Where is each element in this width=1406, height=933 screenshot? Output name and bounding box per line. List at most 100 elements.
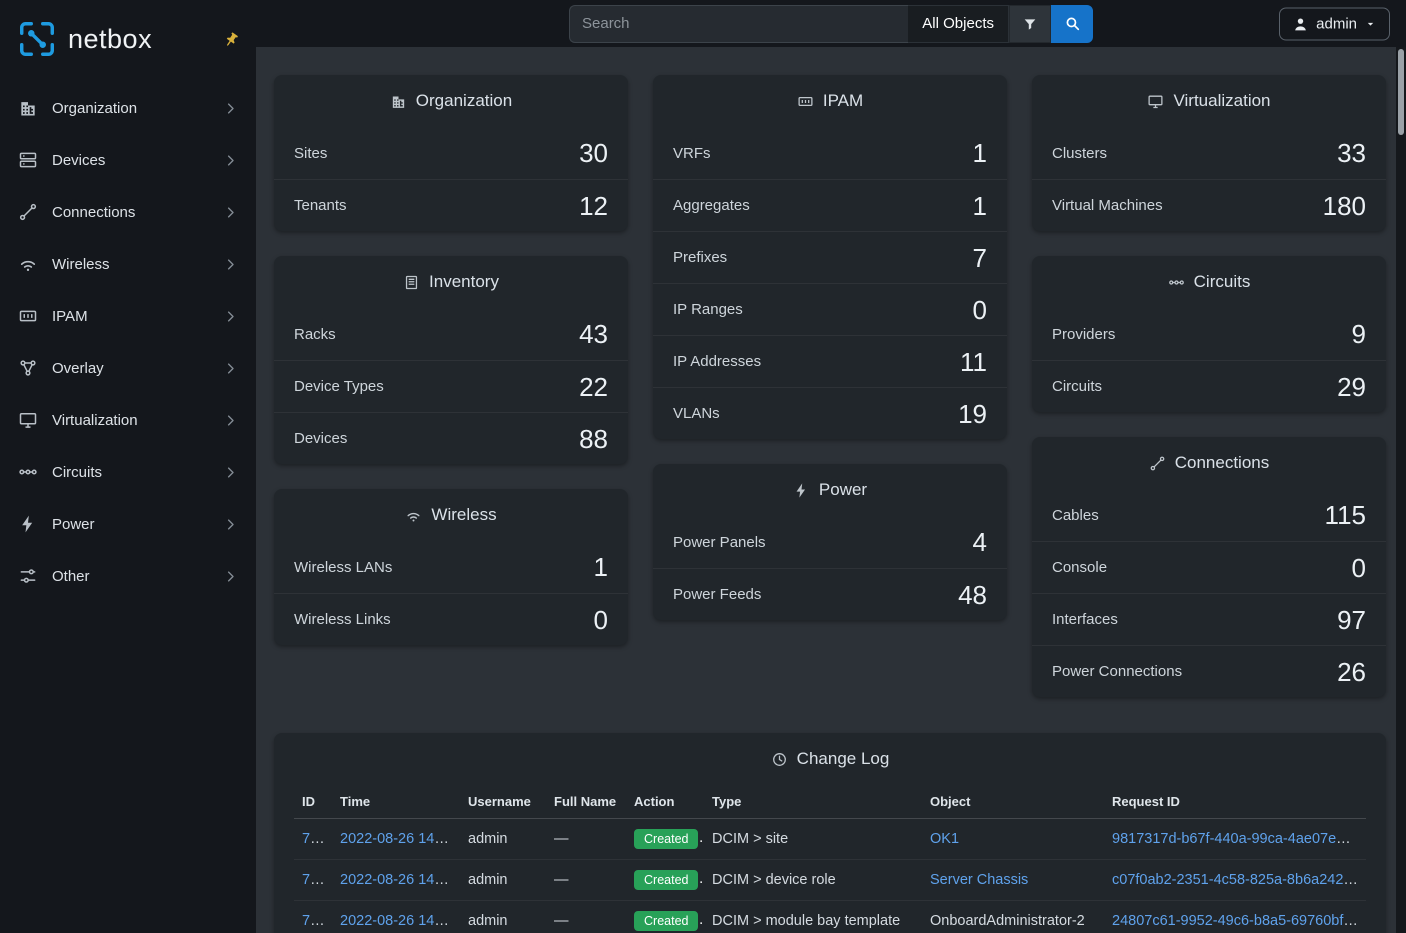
stat-value: 30 bbox=[579, 140, 608, 166]
sidebar-item-wireless[interactable]: Wireless bbox=[0, 238, 256, 290]
stat-tenants[interactable]: Tenants12 bbox=[274, 179, 628, 231]
changelog-tbody: 7552022-08-26 14:22admin—CreatedDCIM > s… bbox=[294, 819, 1366, 933]
search-input[interactable] bbox=[569, 5, 908, 43]
filter-button[interactable] bbox=[1009, 5, 1051, 43]
card-title-virtualization: Virtualization bbox=[1032, 75, 1386, 127]
sidebar-item-overlay[interactable]: Overlay bbox=[0, 342, 256, 394]
stat-vlans[interactable]: VLANs19 bbox=[653, 387, 1007, 439]
card-title-circuits: Circuits bbox=[1032, 256, 1386, 308]
stat-label: Clusters bbox=[1052, 145, 1107, 162]
change-request-id-link[interactable]: 24807c61-9952-49c6-b8a5-69760bfcc4b3 bbox=[1112, 913, 1366, 929]
stat-value: 115 bbox=[1325, 502, 1366, 528]
stat-circuits[interactable]: Circuits29 bbox=[1032, 360, 1386, 412]
stat-providers[interactable]: Providers9 bbox=[1032, 308, 1386, 360]
stat-value: 1 bbox=[594, 554, 608, 580]
netbox-logo[interactable]: netbox bbox=[16, 18, 152, 60]
object-type-button[interactable]: All Objects bbox=[908, 5, 1009, 43]
sidebar-item-ipam[interactable]: IPAM bbox=[0, 290, 256, 342]
change-id-link[interactable]: 753 bbox=[302, 913, 326, 929]
chevron-right-icon bbox=[223, 517, 238, 532]
change-time-link[interactable]: 2022-08-26 14:15 bbox=[340, 913, 455, 929]
sidebar-item-label: Circuits bbox=[52, 464, 102, 481]
card-title-connections: Connections bbox=[1032, 437, 1386, 489]
sidebar-item-organization[interactable]: Organization bbox=[0, 82, 256, 134]
sidebar: netbox OrganizationDevicesConnectionsWir… bbox=[0, 0, 256, 933]
stat-console[interactable]: Console0 bbox=[1032, 541, 1386, 593]
stat-ip-ranges[interactable]: IP Ranges0 bbox=[653, 283, 1007, 335]
change-object-link[interactable]: OK1 bbox=[930, 831, 959, 847]
change-id-link[interactable]: 754 bbox=[302, 872, 326, 888]
change-full-name: — bbox=[554, 872, 569, 888]
chevron-right-icon bbox=[223, 361, 238, 376]
card-change-log: Change Log IDTimeUsernameFull NameAction… bbox=[274, 733, 1386, 933]
sidebar-item-power[interactable]: Power bbox=[0, 498, 256, 550]
changelog-table: IDTimeUsernameFull NameActionTypeObjectR… bbox=[294, 785, 1366, 933]
scrollbar[interactable] bbox=[1396, 47, 1406, 933]
chevron-right-icon bbox=[223, 413, 238, 428]
stat-wireless-links[interactable]: Wireless Links0 bbox=[274, 593, 628, 645]
change-request-id-link[interactable]: 9817317d-b67f-440a-99ca-4ae07ede94df bbox=[1112, 831, 1366, 847]
stat-label: Sites bbox=[294, 145, 327, 162]
stat-prefixes[interactable]: Prefixes7 bbox=[653, 231, 1007, 283]
user-menu-button[interactable]: admin bbox=[1279, 7, 1390, 40]
stat-value: 1 bbox=[973, 140, 987, 166]
main: All Objects admin OrganizationSites30Ten… bbox=[256, 0, 1406, 933]
stat-cables[interactable]: Cables115 bbox=[1032, 489, 1386, 541]
stat-devices[interactable]: Devices88 bbox=[274, 412, 628, 464]
stat-virtual-machines[interactable]: Virtual Machines180 bbox=[1032, 179, 1386, 231]
stat-racks[interactable]: Racks43 bbox=[274, 308, 628, 360]
stat-label: Prefixes bbox=[673, 249, 727, 266]
stat-value: 1 bbox=[973, 193, 987, 219]
card-title-ipam: IPAM bbox=[653, 75, 1007, 127]
chevron-right-icon bbox=[223, 101, 238, 116]
cable-icon bbox=[1149, 455, 1166, 472]
sidebar-item-label: Virtualization bbox=[52, 412, 138, 429]
change-username: admin bbox=[468, 913, 508, 929]
building-icon bbox=[390, 93, 407, 110]
stat-interfaces[interactable]: Interfaces97 bbox=[1032, 593, 1386, 645]
change-time-link[interactable]: 2022-08-26 14:22 bbox=[340, 831, 455, 847]
stat-label: IP Addresses bbox=[673, 353, 761, 370]
stat-clusters[interactable]: Clusters33 bbox=[1032, 127, 1386, 179]
dashboard-column: VirtualizationClusters33Virtual Machines… bbox=[1032, 75, 1386, 697]
stat-wireless-lans[interactable]: Wireless LANs1 bbox=[274, 541, 628, 593]
sidebar-item-virtualization[interactable]: Virtualization bbox=[0, 394, 256, 446]
stat-value: 4 bbox=[973, 529, 987, 555]
change-request-id-link[interactable]: c07f0ab2-2351-4c58-825a-8b6a2425a1ab bbox=[1112, 872, 1366, 888]
user-label: admin bbox=[1316, 15, 1357, 32]
change-time-link[interactable]: 2022-08-26 14:17 bbox=[340, 872, 455, 888]
stat-power-connections[interactable]: Power Connections26 bbox=[1032, 645, 1386, 697]
counter-icon bbox=[797, 93, 814, 110]
card-title-text: Connections bbox=[1175, 453, 1270, 473]
stat-sites[interactable]: Sites 30 bbox=[274, 127, 628, 179]
sidebar-item-other[interactable]: Other bbox=[0, 550, 256, 602]
stat-label: Racks bbox=[294, 326, 336, 343]
sidebar-item-connections[interactable]: Connections bbox=[0, 186, 256, 238]
change-id-link[interactable]: 755 bbox=[302, 831, 326, 847]
action-badge: Created bbox=[634, 870, 698, 890]
stat-vrfs[interactable]: VRFs1 bbox=[653, 127, 1007, 179]
transit-icon bbox=[18, 462, 38, 482]
stat-device-types[interactable]: Device Types22 bbox=[274, 360, 628, 412]
sidebar-item-devices[interactable]: Devices bbox=[0, 134, 256, 186]
sidebar-item-circuits[interactable]: Circuits bbox=[0, 446, 256, 498]
stat-power-panels[interactable]: Power Panels4 bbox=[653, 516, 1007, 568]
stat-value: 29 bbox=[1337, 374, 1366, 400]
pin-icon[interactable] bbox=[220, 27, 244, 51]
stat-power-feeds[interactable]: Power Feeds48 bbox=[653, 568, 1007, 620]
change-object-link[interactable]: Server Chassis bbox=[930, 872, 1028, 888]
changelog-col-object: Object bbox=[922, 785, 1104, 819]
card-title-text: Wireless bbox=[431, 505, 496, 525]
stat-aggregates[interactable]: Aggregates1 bbox=[653, 179, 1007, 231]
scrollbar-thumb[interactable] bbox=[1398, 49, 1404, 135]
stat-label: Wireless Links bbox=[294, 611, 391, 628]
stat-value: 22 bbox=[579, 374, 608, 400]
card-title-text: Circuits bbox=[1194, 272, 1251, 292]
sidebar-item-label: Overlay bbox=[52, 360, 104, 377]
changelog-header-row: IDTimeUsernameFull NameActionTypeObjectR… bbox=[294, 785, 1366, 819]
dashboard: OrganizationSites30Tenants12InventoryRac… bbox=[274, 75, 1386, 697]
building-icon bbox=[18, 98, 38, 118]
stat-ip-addresses[interactable]: IP Addresses11 bbox=[653, 335, 1007, 387]
counter-icon bbox=[18, 306, 38, 326]
search-button[interactable] bbox=[1051, 5, 1093, 43]
